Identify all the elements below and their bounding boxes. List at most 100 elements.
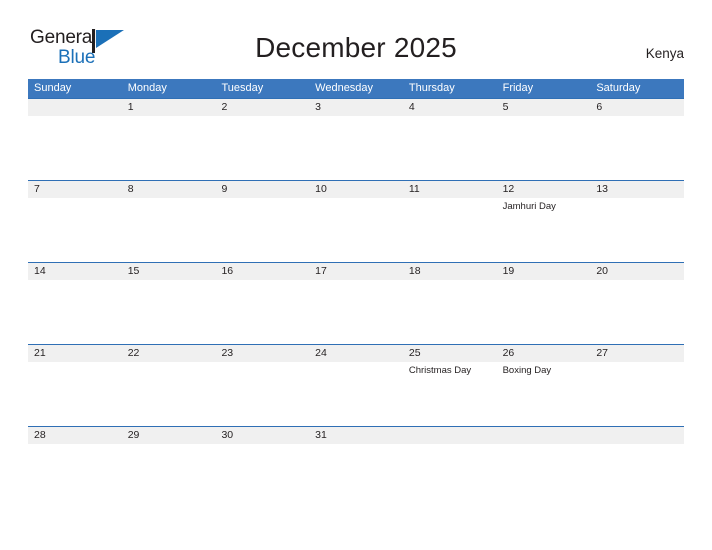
- event-cell: Christmas Day: [403, 362, 497, 426]
- event-cell: [122, 362, 216, 426]
- event-cell: [122, 444, 216, 508]
- week-row: 28 29 30 31: [28, 426, 684, 508]
- event-cell: [122, 280, 216, 344]
- week-event-band: [28, 116, 684, 180]
- day-cell[interactable]: 8: [122, 181, 216, 198]
- day-cell[interactable]: 26: [497, 345, 591, 362]
- day-cell[interactable]: 29: [122, 427, 216, 444]
- event-cell: [590, 444, 684, 508]
- day-cell[interactable]: 24: [309, 345, 403, 362]
- event-cell: [309, 116, 403, 180]
- event-cell: [28, 116, 122, 180]
- event-cell: [590, 116, 684, 180]
- day-cell[interactable]: 1: [122, 99, 216, 116]
- weekday-monday: Monday: [127, 82, 167, 94]
- day-cell[interactable]: 14: [28, 263, 122, 280]
- day-cell[interactable]: 7: [28, 181, 122, 198]
- event-cell: [122, 198, 216, 262]
- day-cell[interactable]: 28: [28, 427, 122, 444]
- week-event-band: Jamhuri Day: [28, 198, 684, 262]
- event-label: Christmas Day: [408, 365, 472, 376]
- week-row: 1 2 3 4 5 6: [28, 98, 684, 180]
- week-date-band: 7 8 9 10 11 12 13: [28, 181, 684, 198]
- page-title: December 2025: [255, 32, 457, 63]
- day-cell[interactable]: 6: [590, 99, 684, 116]
- event-cell: [28, 444, 122, 508]
- weekday-sunday: Sunday: [34, 82, 72, 94]
- week-event-band: Christmas Day Boxing Day: [28, 362, 684, 426]
- day-cell[interactable]: 2: [215, 99, 309, 116]
- day-cell[interactable]: 13: [590, 181, 684, 198]
- event-cell: [403, 116, 497, 180]
- day-cell[interactable]: 4: [403, 99, 497, 116]
- day-cell[interactable]: 19: [497, 263, 591, 280]
- page-header: General Blue December 2025 Kenya: [0, 0, 712, 78]
- week-row: 7 8 9 10 11 12 13 Jamhuri Day: [28, 180, 684, 262]
- calendar-grid: Sunday Monday Tuesday Wednesday Thursday…: [28, 79, 684, 508]
- day-cell[interactable]: 23: [215, 345, 309, 362]
- event-label: Jamhuri Day: [502, 201, 556, 212]
- event-cell: [309, 280, 403, 344]
- event-label: Boxing Day: [502, 365, 552, 376]
- event-cell: [590, 198, 684, 262]
- event-cell: [122, 116, 216, 180]
- day-cell[interactable]: 18: [403, 263, 497, 280]
- week-event-band: [28, 280, 684, 344]
- day-cell[interactable]: [590, 427, 684, 444]
- event-cell: [403, 444, 497, 508]
- day-cell[interactable]: 3: [309, 99, 403, 116]
- country-label: Kenya: [645, 46, 684, 61]
- day-cell[interactable]: [403, 427, 497, 444]
- event-cell: [497, 280, 591, 344]
- weekday-saturday: Saturday: [596, 82, 641, 94]
- day-cell[interactable]: 30: [215, 427, 309, 444]
- event-cell: [215, 198, 309, 262]
- day-cell[interactable]: 20: [590, 263, 684, 280]
- event-cell: [497, 444, 591, 508]
- day-cell[interactable]: 12: [497, 181, 591, 198]
- weekday-thursday: Thursday: [408, 82, 455, 94]
- weekday-tuesday: Tuesday: [221, 82, 264, 94]
- event-cell: Jamhuri Day: [497, 198, 591, 262]
- event-cell: [215, 362, 309, 426]
- event-cell: [309, 362, 403, 426]
- day-cell[interactable]: [28, 99, 122, 116]
- event-cell: [28, 198, 122, 262]
- event-cell: [403, 280, 497, 344]
- day-cell[interactable]: 31: [309, 427, 403, 444]
- week-row: 21 22 23 24 25 26 27 Christmas Day Boxin…: [28, 344, 684, 426]
- event-cell: [215, 116, 309, 180]
- day-cell[interactable]: 22: [122, 345, 216, 362]
- day-cell[interactable]: 11: [403, 181, 497, 198]
- day-cell[interactable]: 15: [122, 263, 216, 280]
- day-cell[interactable]: 16: [215, 263, 309, 280]
- event-cell: [590, 280, 684, 344]
- event-cell: [215, 444, 309, 508]
- weekday-header-row: Sunday Monday Tuesday Wednesday Thursday…: [28, 79, 684, 98]
- event-cell: [215, 280, 309, 344]
- calendar-page: General Blue December 2025 Kenya Sunday …: [0, 0, 712, 550]
- day-cell[interactable]: 9: [215, 181, 309, 198]
- day-cell[interactable]: 21: [28, 345, 122, 362]
- week-date-band: 21 22 23 24 25 26 27: [28, 345, 684, 362]
- day-cell[interactable]: 17: [309, 263, 403, 280]
- week-date-band: 28 29 30 31: [28, 427, 684, 444]
- day-cell[interactable]: 25: [403, 345, 497, 362]
- event-cell: [497, 116, 591, 180]
- event-cell: [403, 198, 497, 262]
- week-row: 14 15 16 17 18 19 20: [28, 262, 684, 344]
- day-cell[interactable]: 10: [309, 181, 403, 198]
- week-date-band: 14 15 16 17 18 19 20: [28, 263, 684, 280]
- day-cell[interactable]: [497, 427, 591, 444]
- event-cell: Boxing Day: [497, 362, 591, 426]
- day-cell[interactable]: 27: [590, 345, 684, 362]
- weekday-wednesday: Wednesday: [315, 82, 374, 94]
- event-cell: [309, 198, 403, 262]
- week-date-band: 1 2 3 4 5 6: [28, 99, 684, 116]
- event-cell: [590, 362, 684, 426]
- weekday-friday: Friday: [502, 82, 534, 94]
- day-cell[interactable]: 5: [497, 99, 591, 116]
- event-cell: [28, 280, 122, 344]
- event-cell: [309, 444, 403, 508]
- event-cell: [28, 362, 122, 426]
